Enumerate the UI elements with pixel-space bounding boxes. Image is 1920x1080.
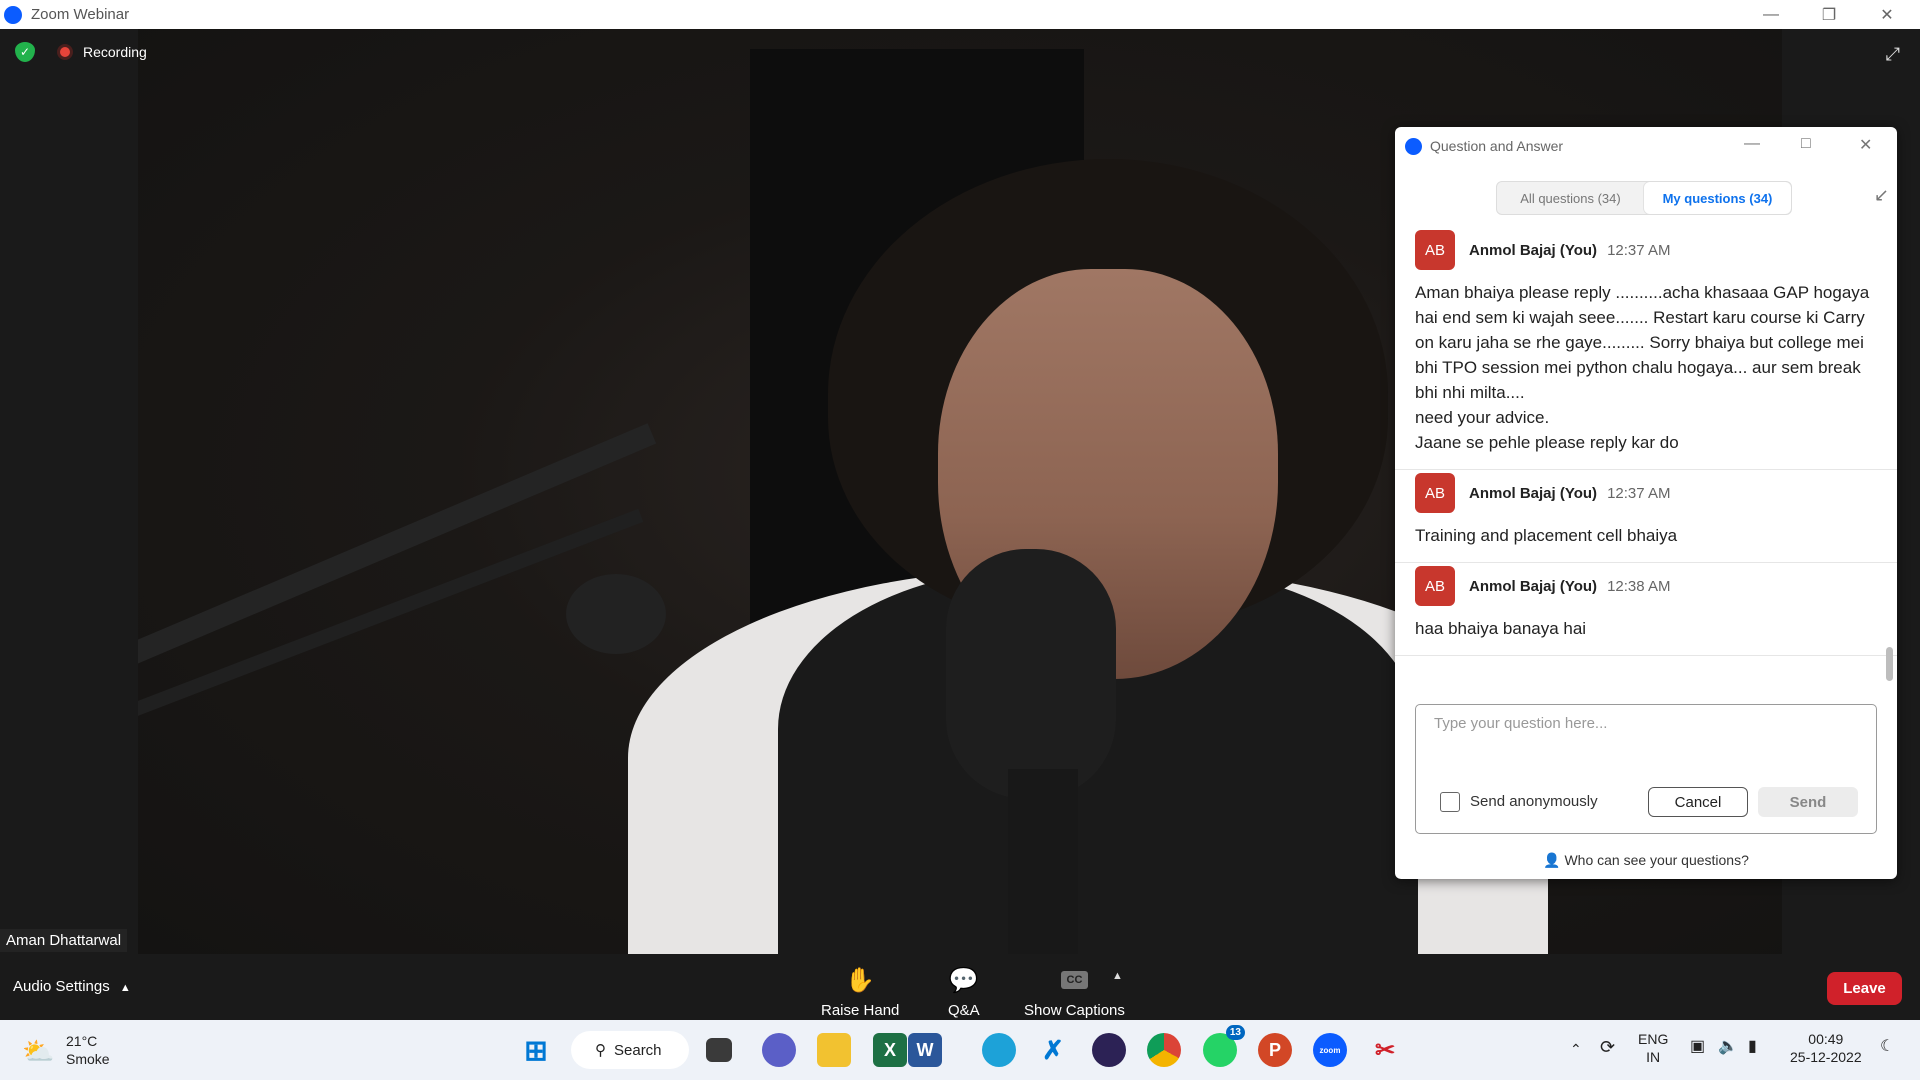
qa-label: Q&A	[948, 1002, 980, 1019]
zoom-logo-icon	[1405, 137, 1422, 155]
question-time: 12:37 AM	[1607, 241, 1671, 259]
popout-icon[interactable]: ↙	[1874, 185, 1889, 206]
minimize-icon[interactable]: —	[1742, 0, 1800, 29]
avatar: AB	[1415, 230, 1455, 270]
network-icon[interactable]: ▣	[1690, 1038, 1705, 1056]
word-icon[interactable]: W	[908, 1033, 942, 1067]
question-compose-box: Type your question here... Send anonymou…	[1415, 704, 1877, 834]
recording-indicator: ✓ Recording	[15, 42, 147, 62]
show-captions-button[interactable]: CC Show Captions	[1024, 964, 1125, 1019]
avatar: AB	[1415, 566, 1455, 606]
question-text: Aman bhaiya please reply ..........acha …	[1415, 283, 1870, 452]
person-icon: 👤	[1543, 852, 1561, 868]
privacy-link-label: Who can see your questions?	[1564, 852, 1749, 868]
edge-icon[interactable]	[982, 1033, 1016, 1067]
zoom-taskbar-icon[interactable]: zoom	[1313, 1033, 1347, 1067]
file-explorer-icon[interactable]	[817, 1033, 851, 1067]
speaker-name-tag: Aman Dhattarwal	[0, 929, 128, 952]
record-icon	[57, 44, 73, 60]
cancel-button[interactable]: Cancel	[1648, 787, 1748, 817]
teams-chat-icon[interactable]	[762, 1033, 796, 1067]
captions-label: Show Captions	[1024, 1002, 1125, 1019]
windows-start-icon[interactable]: ⊞	[519, 1033, 553, 1067]
recording-label: Recording	[83, 44, 147, 60]
meeting-toolbar: Audio Settings ▲ ✋ Raise Hand 💬 Q&A CC S…	[0, 954, 1920, 1020]
partly-cloudy-icon: ⛅	[22, 1036, 55, 1066]
language-bottom: IN	[1646, 1049, 1661, 1065]
audio-settings-button[interactable]: Audio Settings ▲	[13, 978, 131, 995]
question-time: 12:38 AM	[1607, 577, 1671, 595]
battery-icon[interactable]: ▮	[1748, 1038, 1757, 1056]
whatsapp-badge: 13	[1225, 1025, 1245, 1040]
window-titlebar: Zoom Webinar — ❐ ✕	[0, 0, 1920, 29]
close-icon[interactable]: ✕	[1858, 0, 1916, 29]
os-taskbar: ⛅ 21°C Smoke ⊞ ⚲ Search X W ✗ 13 P zoom …	[0, 1020, 1920, 1080]
chevron-up-icon[interactable]: ⌃	[1570, 1040, 1582, 1058]
raise-hand-label: Raise Hand	[821, 1002, 900, 1019]
eclipse-icon[interactable]	[1092, 1033, 1126, 1067]
privacy-link[interactable]: 👤 Who can see your questions?	[1395, 852, 1897, 869]
weather-temp: 21°C	[66, 1033, 98, 1049]
qa-panel: Question and Answer — □ ✕ All questions …	[1395, 127, 1897, 879]
list-item: AB Anmol Bajaj (You) 12:37 AM Aman bhaiy…	[1395, 230, 1897, 470]
question-author: Anmol Bajaj (You)	[1469, 577, 1598, 595]
captions-chevron-icon[interactable]: ▲	[1112, 970, 1123, 982]
zoom-app-icon	[4, 5, 22, 24]
qa-maximize-icon[interactable]: □	[1801, 135, 1811, 153]
list-item: AB Anmol Bajaj (You) 12:38 AM haa bhaiya…	[1395, 566, 1897, 656]
leave-button[interactable]: Leave	[1827, 972, 1902, 1005]
snipping-tool-icon[interactable]: ✂	[1368, 1033, 1402, 1067]
shield-icon[interactable]: ✓	[15, 42, 35, 62]
vscode-icon[interactable]: ✗	[1036, 1033, 1070, 1067]
clock[interactable]: 00:49 25-12-2022	[1790, 1030, 1862, 1066]
whatsapp-icon[interactable]: 13	[1203, 1025, 1245, 1067]
question-text: haa bhaiya banaya hai	[1415, 619, 1587, 638]
sync-icon[interactable]: ⟳	[1600, 1038, 1615, 1056]
excel-icon[interactable]: X	[873, 1033, 907, 1067]
qa-title: Question and Answer	[1430, 138, 1564, 154]
task-view-icon[interactable]	[706, 1038, 732, 1062]
cc-icon: CC	[1060, 971, 1089, 989]
tab-my-questions[interactable]: My questions (34)	[1644, 182, 1791, 214]
window-title: Zoom Webinar	[31, 6, 130, 23]
question-input[interactable]: Type your question here...	[1434, 715, 1607, 732]
hand-icon: ✋	[845, 966, 876, 994]
question-author: Anmol Bajaj (You)	[1469, 484, 1598, 502]
search-icon: ⚲	[595, 1042, 606, 1059]
language-indicator[interactable]: ENG IN	[1638, 1030, 1668, 1066]
volume-icon[interactable]: 🔈	[1718, 1038, 1738, 1056]
question-author: Anmol Bajaj (You)	[1469, 241, 1598, 259]
raise-hand-button[interactable]: ✋ Raise Hand	[821, 964, 900, 1020]
anonymous-checkbox[interactable]	[1440, 792, 1460, 812]
taskbar-search-label: Search	[614, 1041, 662, 1059]
qa-button[interactable]: 💬 Q&A	[948, 964, 980, 1020]
qa-tabs: All questions (34) My questions (34)	[1496, 181, 1792, 215]
weather-desc: Smoke	[66, 1051, 110, 1067]
question-text: Training and placement cell bhaiya	[1415, 526, 1678, 545]
chevron-up-icon: ▲	[119, 982, 131, 994]
language-top: ENG	[1638, 1031, 1669, 1047]
clock-date: 25-12-2022	[1790, 1049, 1862, 1065]
chrome-icon[interactable]	[1147, 1033, 1181, 1067]
list-item: AB Anmol Bajaj (You) 12:37 AM Training a…	[1395, 473, 1897, 563]
powerpoint-icon[interactable]: P	[1258, 1033, 1292, 1067]
send-button[interactable]: Send	[1758, 787, 1858, 817]
restore-icon[interactable]: ❐	[1800, 0, 1858, 29]
moon-icon[interactable]: ☾	[1880, 1038, 1894, 1056]
question-time: 12:37 AM	[1607, 484, 1671, 502]
avatar: AB	[1415, 473, 1455, 513]
fullscreen-icon[interactable]: ⤢	[1886, 44, 1900, 65]
tab-all-questions[interactable]: All questions (34)	[1497, 182, 1644, 214]
clock-time: 00:49	[1808, 1031, 1844, 1047]
qa-header: Question and Answer — □ ✕	[1395, 127, 1897, 165]
qa-scrollbar[interactable]	[1886, 647, 1893, 681]
question-list[interactable]: AB Anmol Bajaj (You) 12:37 AM Aman bhaiy…	[1395, 227, 1897, 697]
chat-bubbles-icon: 💬	[948, 966, 979, 994]
audio-settings-label: Audio Settings	[13, 978, 110, 995]
qa-minimize-icon[interactable]: —	[1744, 135, 1760, 153]
anonymous-label: Send anonymously	[1470, 793, 1598, 810]
taskbar-search[interactable]: ⚲ Search	[571, 1031, 689, 1069]
qa-close-icon[interactable]: ✕	[1859, 135, 1872, 155]
weather-widget[interactable]: ⛅ 21°C Smoke	[22, 1032, 110, 1068]
